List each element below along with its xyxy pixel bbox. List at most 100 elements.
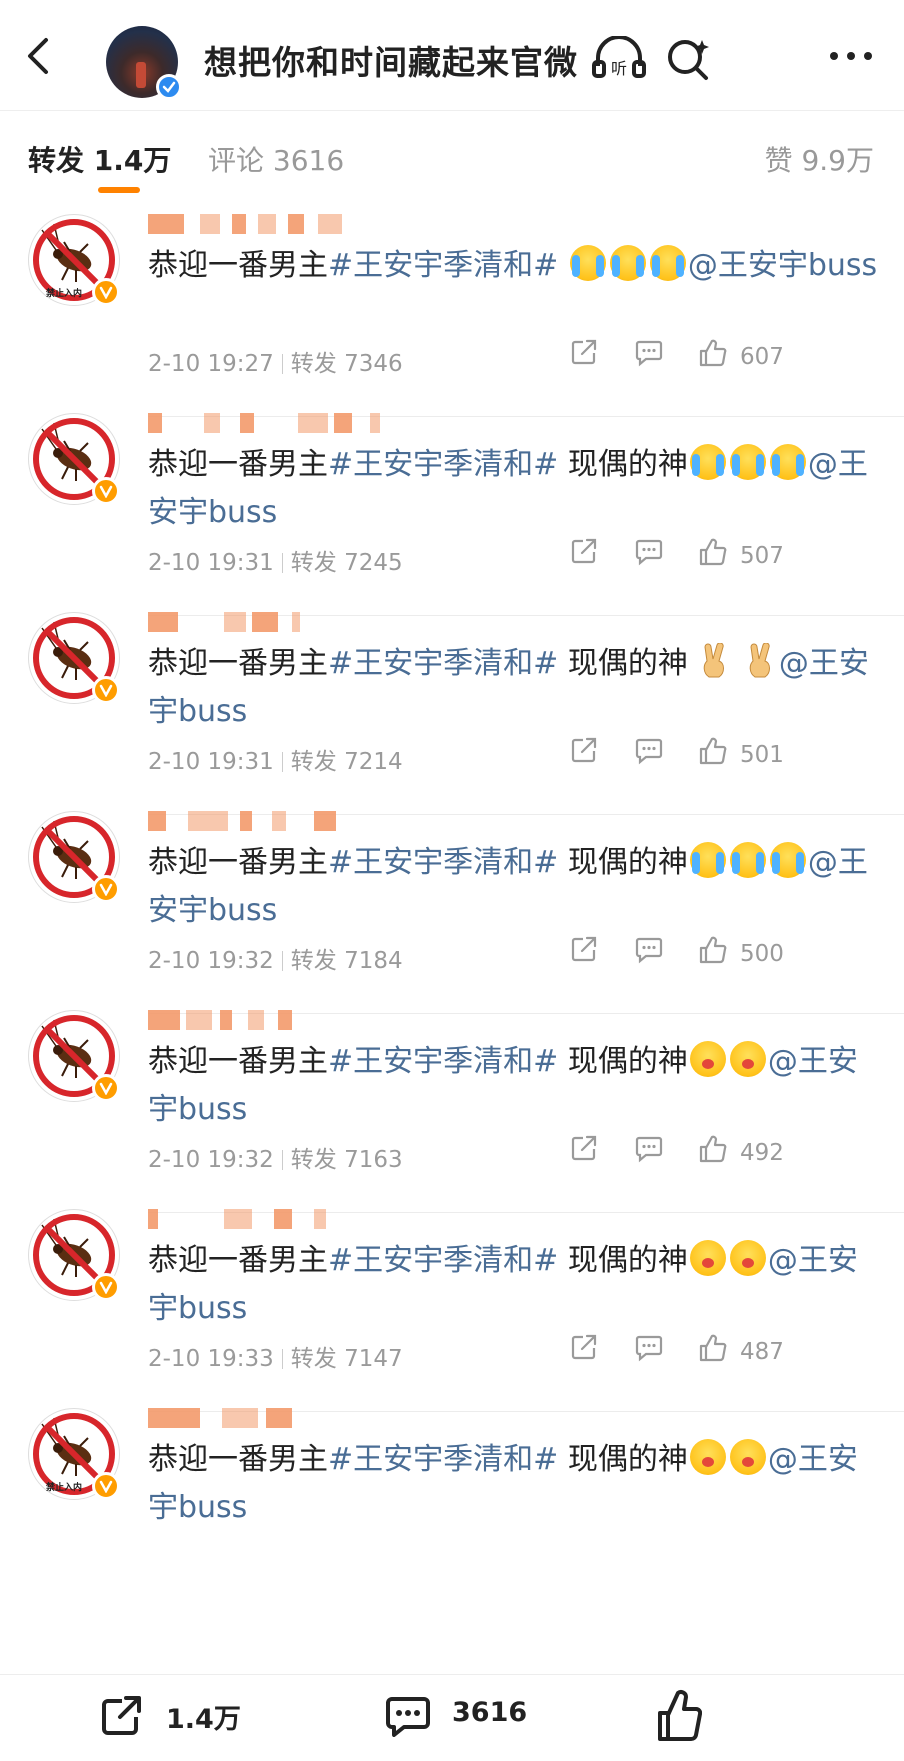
cute-emoji-icon — [689, 1240, 726, 1276]
hashtag-link[interactable]: #王安宇季清和# — [328, 1044, 558, 1079]
comment-icon[interactable] — [634, 736, 664, 766]
verified-badge-icon — [92, 875, 120, 903]
share-icon[interactable] — [570, 338, 600, 368]
timestamp: 2-10 19:32 — [148, 1147, 274, 1173]
repost-item[interactable]: 禁止入内 恭迎一番男主#王安宇季清和# 现偶的神 @王安宇buss — [0, 1388, 904, 1611]
username-blurred[interactable] — [148, 1006, 388, 1034]
text-span: 现偶的神 — [558, 845, 688, 880]
back-arrow-icon[interactable] — [20, 34, 56, 78]
repost-meta: 2-10 19:31 转发 7245 — [148, 543, 403, 577]
hashtag-link[interactable]: #王安宇季清和# — [328, 845, 558, 880]
repost-item[interactable]: 恭迎一番男主#王安宇季清和# 现偶的神 @王安宇buss 2-10 19:33 转发 … — [0, 1189, 904, 1412]
share-icon[interactable] — [570, 1134, 600, 1164]
share-icon[interactable] — [570, 736, 600, 766]
crying-emoji-icon — [769, 842, 806, 878]
hashtag-link[interactable]: #王安宇季清和# — [328, 1243, 558, 1278]
crying-emoji-icon — [569, 245, 606, 281]
victory-hand-emoji-icon — [745, 642, 777, 679]
hashtag-link[interactable]: #王安宇季清和# — [328, 447, 558, 482]
user-avatar[interactable]: 禁止入内 — [28, 214, 120, 306]
repost-meta: 2-10 19:32 转发 7184 — [148, 941, 403, 975]
hashtag-link[interactable]: #王安宇季清和# — [328, 1442, 558, 1477]
cute-emoji-icon — [689, 1041, 726, 1077]
repost-text: 恭迎一番男主#王安宇季清和# @王安宇buss — [148, 242, 878, 290]
repost-item[interactable]: 恭迎一番男主#王安宇季清和# 现偶的神 @王安宇buss 2-10 19:31 转发… — [0, 592, 904, 815]
repost-item[interactable]: 禁止入内 恭迎一番男主#王安宇季清和# @王安宇buss 2-10 19:27 转发 … — [0, 194, 904, 417]
username-blurred[interactable] — [148, 1404, 388, 1432]
tab-comment[interactable]: 评论 3616 — [208, 139, 344, 179]
verified-badge-icon — [92, 676, 120, 704]
like-icon[interactable] — [698, 1333, 728, 1363]
like-icon[interactable] — [698, 338, 728, 368]
text-span: 恭迎一番男主 — [148, 447, 328, 482]
bottom-comment-count[interactable]: 3616 — [452, 1697, 527, 1728]
share-icon[interactable] — [570, 935, 600, 965]
timestamp: 2-10 19:27 — [148, 351, 274, 377]
account-name[interactable]: 想把你和时间藏起来官微 — [204, 36, 578, 84]
user-avatar[interactable] — [28, 413, 120, 505]
like-count[interactable]: 492 — [740, 1140, 784, 1166]
repost-meta: 2-10 19:27 转发 7346 — [148, 344, 403, 378]
verified-badge-icon — [92, 477, 120, 505]
text-span: 现偶的神 — [558, 1044, 688, 1079]
mention-link[interactable]: @王安宇buss — [688, 248, 877, 283]
avatar-caption: 禁止入内 — [46, 1483, 83, 1493]
like-icon[interactable] — [698, 537, 728, 567]
crying-emoji-icon — [689, 842, 726, 878]
share-icon[interactable] — [570, 1333, 600, 1363]
repost-text: 恭迎一番男主#王安宇季清和# 现偶的神 @王安宇buss — [148, 1436, 878, 1532]
comment-icon[interactable] — [634, 537, 664, 567]
repost-count: 转发 7147 — [290, 1346, 403, 1372]
search-icon[interactable] — [666, 36, 712, 82]
listen-icon[interactable]: 听 — [592, 36, 646, 80]
username-blurred[interactable] — [148, 807, 388, 835]
crying-emoji-icon — [729, 444, 766, 480]
repost-list: 禁止入内 恭迎一番男主#王安宇季清和# @王安宇buss 2-10 19:27 转发 … — [0, 194, 904, 1674]
bottom-repost-count[interactable]: 1.4万 — [166, 1697, 241, 1736]
hashtag-link[interactable]: #王安宇季清和# — [328, 646, 558, 681]
repost-text: 恭迎一番男主#王安宇季清和# 现偶的神 @王安宇buss — [148, 839, 878, 935]
crying-emoji-icon — [729, 842, 766, 878]
username-blurred[interactable] — [148, 1205, 388, 1233]
share-icon[interactable] — [100, 1693, 144, 1737]
username-blurred[interactable] — [148, 608, 388, 636]
like-icon[interactable] — [654, 1687, 702, 1743]
like-icon[interactable] — [698, 736, 728, 766]
hashtag-link[interactable]: #王安宇季清和# — [328, 248, 558, 283]
like-count[interactable]: 501 — [740, 742, 784, 768]
repost-item[interactable]: 恭迎一番男主#王安宇季清和# 现偶的神 @王安宇buss 2-10 19:31 转发 … — [0, 393, 904, 616]
repost-text: 恭迎一番男主#王安宇季清和# 现偶的神 @王安宇buss — [148, 1038, 878, 1134]
user-avatar[interactable] — [28, 811, 120, 903]
username-blurred[interactable] — [148, 409, 388, 437]
like-count[interactable]: 500 — [740, 941, 784, 967]
comment-icon[interactable] — [634, 1134, 664, 1164]
cute-emoji-icon — [729, 1439, 766, 1475]
user-avatar[interactable] — [28, 1010, 120, 1102]
tab-like[interactable]: 赞 9.9万 — [765, 139, 874, 179]
repost-item[interactable]: 恭迎一番男主#王安宇季清和# 现偶的神 @王安宇buss 2-10 19:32 转发 … — [0, 791, 904, 1014]
like-count[interactable]: 487 — [740, 1339, 784, 1365]
comment-icon[interactable] — [634, 338, 664, 368]
like-count[interactable]: 507 — [740, 543, 784, 569]
repost-meta: 2-10 19:32 转发 7163 — [148, 1140, 403, 1174]
divider — [281, 553, 283, 573]
more-icon[interactable] — [828, 48, 874, 64]
repost-text: 恭迎一番男主#王安宇季清和# 现偶的神 @王安宇buss — [148, 441, 878, 537]
avatar-caption: 禁止入内 — [46, 289, 83, 299]
tab-repost[interactable]: 转发 1.4万 — [28, 139, 171, 179]
repost-text: 恭迎一番男主#王安宇季清和# 现偶的神 @王安宇buss — [148, 640, 878, 736]
share-icon[interactable] — [570, 537, 600, 567]
top-bar: 想把你和时间藏起来官微 听 — [0, 0, 904, 110]
user-avatar[interactable] — [28, 1209, 120, 1301]
repost-item[interactable]: 恭迎一番男主#王安宇季清和# 现偶的神 @王安宇buss 2-10 19:32 转发 … — [0, 990, 904, 1213]
username-blurred[interactable] — [148, 210, 388, 238]
user-avatar[interactable]: 禁止入内 — [28, 1408, 120, 1500]
like-icon[interactable] — [698, 935, 728, 965]
like-icon[interactable] — [698, 1134, 728, 1164]
comment-icon[interactable] — [384, 1695, 432, 1737]
comment-icon[interactable] — [634, 1333, 664, 1363]
like-count[interactable]: 607 — [740, 344, 784, 370]
repost-text: 恭迎一番男主#王安宇季清和# 现偶的神 @王安宇buss — [148, 1237, 878, 1333]
user-avatar[interactable] — [28, 612, 120, 704]
comment-icon[interactable] — [634, 935, 664, 965]
